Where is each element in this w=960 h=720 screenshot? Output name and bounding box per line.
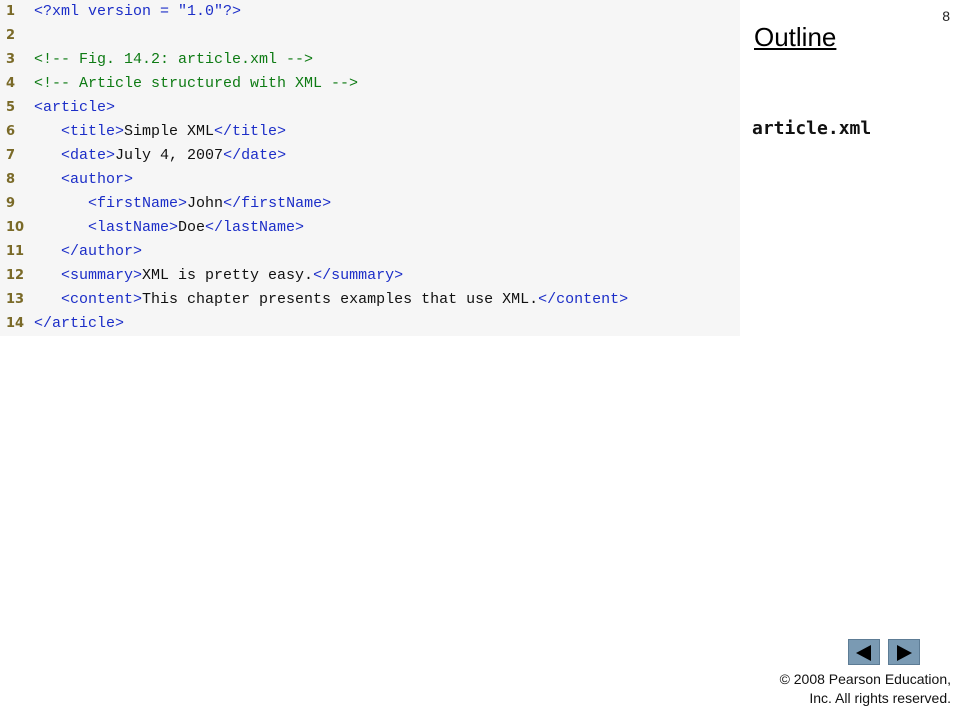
code-text: <content>This chapter presents examples … <box>34 288 628 312</box>
code-token-tag: </content> <box>538 291 629 308</box>
code-token-tag: <date> <box>61 147 116 164</box>
line-number: 1 <box>6 4 16 19</box>
code-token-text: Doe <box>178 219 206 236</box>
code-token-tag: <article> <box>34 99 116 116</box>
code-token-str: 1.0 <box>187 3 215 20</box>
page-number: 8 <box>942 8 950 24</box>
code-listing-panel: 1 <?xml version = "1.0"?> 2 3 <!-- Fig. 14.2… <box>0 0 740 336</box>
code-text: <article> <box>34 96 115 120</box>
code-token-tag: <firstName> <box>88 195 188 212</box>
code-token-text: XML is pretty easy. <box>142 267 314 284</box>
line-number: 6 <box>6 124 16 139</box>
code-text: <!-- Article structured with XML --> <box>34 72 358 96</box>
code-text: </author> <box>34 240 142 264</box>
copyright-line-2: Inc. All rights reserved. <box>809 690 951 706</box>
code-token-tag: <summary> <box>61 267 143 284</box>
code-text: <?xml version = "1.0"?> <box>34 0 241 24</box>
code-token-tag: <content> <box>61 291 143 308</box>
line-number: 13 <box>6 292 25 307</box>
code-token-comment: <!-- Article structured with XML --> <box>34 75 359 92</box>
line-number: 14 <box>6 316 25 331</box>
line-number: 4 <box>6 76 16 91</box>
code-text: </article> <box>34 312 124 336</box>
code-text: <date>July 4, 2007</date> <box>34 144 286 168</box>
copyright-line-1: © 2008 Pearson Education, <box>779 671 951 687</box>
code-text: <summary>XML is pretty easy.</summary> <box>34 264 403 288</box>
previous-slide-button[interactable] <box>848 639 880 665</box>
line-number: 8 <box>6 172 16 187</box>
copyright-notice: © 2008 Pearson Education, Inc. All right… <box>780 670 951 708</box>
code-token-tag: <title> <box>61 123 125 140</box>
code-token-tag: <lastName> <box>88 219 179 236</box>
next-slide-button[interactable] <box>888 639 920 665</box>
outline-title[interactable]: Outline <box>754 22 836 53</box>
code-token-tag: "?> <box>214 3 242 20</box>
code-token-text: July 4, 2007 <box>115 147 224 164</box>
line-number: 12 <box>6 268 25 283</box>
line-number: 11 <box>6 244 25 259</box>
line-number: 5 <box>6 100 16 115</box>
code-token-text: John <box>187 195 224 212</box>
code-token-tag: </summary> <box>313 267 404 284</box>
code-text: <title>Simple XML</title> <box>34 120 286 144</box>
code-token-tag: </firstName> <box>223 195 332 212</box>
triangle-left-icon <box>856 645 871 661</box>
code-text: <lastName>Doe</lastName> <box>34 216 304 240</box>
line-number: 9 <box>6 196 16 211</box>
code-token-tag: <?xml version = " <box>34 3 188 20</box>
code-token-tag: </title> <box>214 123 287 140</box>
code-token-comment: <!-- Fig. 14.2: article.xml --> <box>34 51 314 68</box>
code-text: <!-- Fig. 14.2: article.xml --> <box>34 48 313 72</box>
code-text: <author> <box>34 168 133 192</box>
line-number: 2 <box>6 28 16 43</box>
triangle-right-icon <box>897 645 912 661</box>
code-token-text: This chapter presents examples that use … <box>142 291 539 308</box>
code-token-tag: </article> <box>34 315 125 332</box>
file-name-label: article.xml <box>752 118 872 139</box>
code-token-tag: </date> <box>223 147 287 164</box>
code-token-text: Simple XML <box>124 123 215 140</box>
code-text: <firstName>John</firstName> <box>34 192 331 216</box>
code-token-tag: </lastName> <box>205 219 305 236</box>
code-token-tag: </author> <box>61 243 143 260</box>
line-number: 7 <box>6 148 16 163</box>
code-token-tag: <author> <box>61 171 134 188</box>
line-number: 3 <box>6 52 16 67</box>
line-number: 10 <box>6 220 25 235</box>
